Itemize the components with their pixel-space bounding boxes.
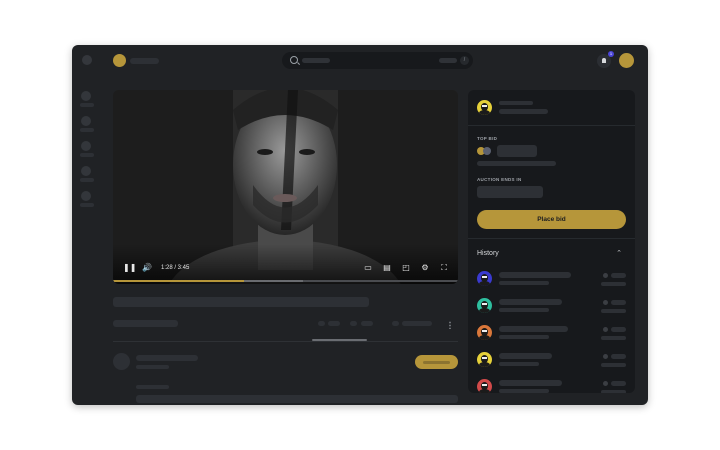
creator-handle-placeholder bbox=[499, 109, 548, 114]
video-player[interactable]: ❚❚ 🔊 1:28 / 3:45 ▭ ▤ ◰ ⚙ ⛶ bbox=[113, 90, 458, 284]
logo[interactable] bbox=[113, 54, 126, 67]
history-name-placeholder bbox=[499, 299, 562, 305]
bid-token-icon bbox=[603, 327, 608, 332]
history-time-placeholder bbox=[499, 281, 549, 285]
save-icon[interactable] bbox=[392, 321, 399, 326]
history-fiat-placeholder bbox=[601, 309, 626, 313]
share-label-placeholder bbox=[361, 321, 373, 326]
history-fiat-placeholder bbox=[601, 390, 626, 393]
history-fiat-placeholder bbox=[601, 282, 626, 286]
sidebar-item-library-icon[interactable] bbox=[81, 166, 91, 176]
search-input[interactable]: / bbox=[282, 52, 473, 69]
more-options-icon[interactable] bbox=[449, 321, 451, 329]
bid-token-icon bbox=[603, 300, 608, 305]
history-avatar bbox=[477, 271, 492, 286]
history-fiat-placeholder bbox=[601, 336, 626, 340]
bid-token-icon bbox=[603, 354, 608, 359]
auction-panel: TOP BID AUCTION ENDS IN Place bid Histor… bbox=[468, 90, 635, 393]
app-window: / 1 ❚❚ 🔊 1:28 / 3:45 ▭ ▤ ◰ ⚙ ⛶ TOP BID A… bbox=[72, 45, 648, 405]
progress-bar[interactable] bbox=[113, 280, 458, 282]
active-tab-indicator bbox=[312, 339, 367, 341]
video-title-placeholder bbox=[113, 297, 369, 307]
history-avatar bbox=[477, 352, 492, 367]
pause-icon[interactable]: ❚❚ bbox=[123, 263, 136, 273]
subtitles-icon[interactable]: ▤ bbox=[382, 263, 392, 273]
history-amount-placeholder bbox=[611, 381, 626, 386]
top-bid-amount-placeholder bbox=[497, 145, 537, 157]
sidebar-item-library-label bbox=[80, 178, 94, 182]
menu-icon[interactable] bbox=[82, 55, 92, 65]
history-time-placeholder bbox=[499, 362, 539, 366]
sidebar-item-home-label bbox=[80, 103, 94, 107]
top-bid-meta-placeholder bbox=[477, 161, 556, 166]
history-name-placeholder bbox=[499, 272, 571, 278]
history-name-placeholder bbox=[499, 353, 552, 359]
channel-title-placeholder bbox=[136, 355, 198, 361]
miniplayer-icon[interactable]: ◰ bbox=[401, 263, 411, 273]
sidebar-item-home-icon[interactable] bbox=[81, 91, 91, 101]
save-label-placeholder bbox=[402, 321, 432, 326]
subscribe-button[interactable] bbox=[415, 355, 458, 369]
panel-divider-1 bbox=[468, 125, 635, 126]
search-placeholder bbox=[302, 58, 330, 63]
logo-text-placeholder bbox=[130, 58, 159, 64]
sidebar-item-history-icon[interactable] bbox=[81, 191, 91, 201]
creator-name-placeholder bbox=[499, 101, 533, 105]
bidder-avatar bbox=[483, 147, 491, 155]
history-name-placeholder bbox=[499, 380, 562, 386]
chevron-up-icon[interactable]: ⌃ bbox=[615, 250, 623, 258]
sidebar-item-subscriptions-label bbox=[80, 153, 94, 157]
top-bid-label: TOP BID bbox=[477, 136, 498, 141]
description-placeholder bbox=[136, 395, 458, 403]
history-amount-placeholder bbox=[611, 354, 626, 359]
history-avatar bbox=[477, 298, 492, 313]
channel-name-placeholder bbox=[113, 320, 178, 327]
history-name-placeholder bbox=[499, 326, 568, 332]
history-avatar bbox=[477, 379, 492, 393]
search-icon bbox=[290, 56, 298, 64]
settings-icon[interactable]: ⚙ bbox=[420, 263, 430, 273]
bid-token-icon bbox=[603, 273, 608, 278]
sidebar-item-history-label bbox=[80, 203, 94, 207]
user-avatar[interactable] bbox=[619, 53, 634, 68]
time-display: 1:28 / 3:45 bbox=[161, 265, 190, 271]
description-meta-placeholder bbox=[136, 385, 169, 389]
bid-token-icon bbox=[603, 381, 608, 386]
history-avatar bbox=[477, 325, 492, 340]
fullscreen-icon[interactable]: ⛶ bbox=[439, 263, 449, 273]
progress-played bbox=[113, 280, 245, 282]
history-amount-placeholder bbox=[611, 273, 626, 278]
history-time-placeholder bbox=[499, 308, 549, 312]
search-shortcut-placeholder bbox=[439, 58, 457, 63]
sidebar-item-explore-label bbox=[80, 128, 94, 132]
creator-avatar[interactable] bbox=[477, 100, 492, 115]
notification-badge: 1 bbox=[608, 51, 614, 57]
sidebar-item-explore-icon[interactable] bbox=[81, 116, 91, 126]
countdown-placeholder bbox=[477, 186, 543, 198]
channel-avatar[interactable] bbox=[113, 353, 130, 370]
history-time-placeholder bbox=[499, 389, 549, 393]
history-amount-placeholder bbox=[611, 327, 626, 332]
panel-divider-2 bbox=[468, 238, 635, 239]
volume-icon[interactable]: 🔊 bbox=[142, 263, 152, 273]
like-count-placeholder bbox=[328, 321, 340, 326]
channel-subs-placeholder bbox=[136, 365, 169, 369]
auction-ends-label: AUCTION ENDS IN bbox=[477, 177, 522, 182]
place-bid-button[interactable]: Place bid bbox=[477, 210, 626, 229]
content-divider bbox=[113, 341, 458, 342]
history-time-placeholder bbox=[499, 335, 549, 339]
history-title: History bbox=[477, 250, 499, 257]
share-icon[interactable] bbox=[350, 321, 357, 326]
cast-icon[interactable]: ▭ bbox=[363, 263, 373, 273]
history-fiat-placeholder bbox=[601, 363, 626, 367]
search-shortcut-key: / bbox=[460, 56, 469, 65]
like-icon[interactable] bbox=[318, 321, 325, 326]
sidebar-item-subscriptions-icon[interactable] bbox=[81, 141, 91, 151]
top-bar: / 1 bbox=[72, 45, 648, 75]
history-amount-placeholder bbox=[611, 300, 626, 305]
